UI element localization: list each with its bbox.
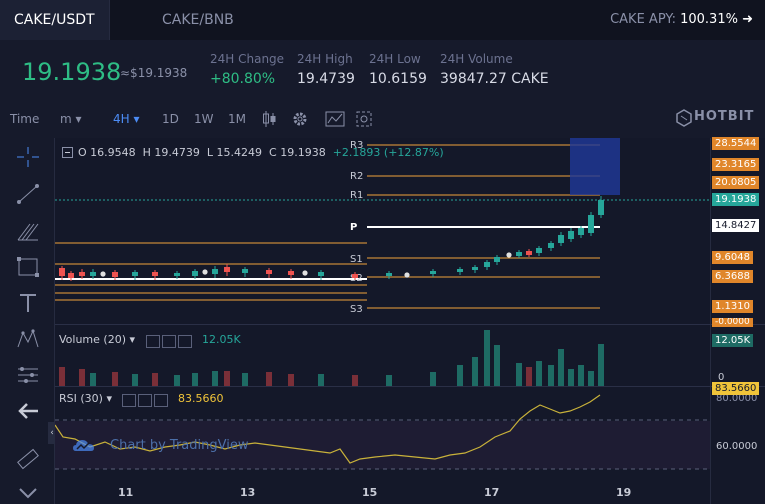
text-tool-icon[interactable] bbox=[16, 292, 40, 314]
arrow-left-icon[interactable] bbox=[16, 400, 40, 422]
low-value: 10.6159 bbox=[369, 71, 427, 87]
rsi-title: RSI (30) bbox=[59, 392, 103, 405]
minute-interval-dropdown[interactable]: m ▾ bbox=[60, 112, 82, 126]
axis-label-pivot: 14.8427 bbox=[712, 219, 760, 232]
axis-label-zero: -0.0000 bbox=[712, 318, 753, 327]
close-icon[interactable] bbox=[178, 335, 192, 348]
rsi-axis-current: 83.5660 bbox=[712, 382, 760, 395]
tab-cake-bnb[interactable]: CAKE/BNB bbox=[148, 0, 248, 40]
arrow-right-icon: ➜ bbox=[742, 12, 753, 27]
indicators-icon[interactable] bbox=[325, 110, 345, 128]
x-tick-13: 13 bbox=[240, 486, 256, 499]
volume-axis-top: 12.05K bbox=[712, 334, 754, 347]
fib-tool-icon[interactable] bbox=[16, 220, 40, 242]
pattern-tool-icon[interactable] bbox=[16, 328, 40, 350]
axis-label-r3: 28.5544 bbox=[712, 137, 760, 150]
rsi-value-label: 83.5660 bbox=[178, 392, 224, 405]
volume-value-label: 12.05K bbox=[202, 333, 241, 346]
gear-icon[interactable] bbox=[162, 335, 176, 348]
axis-label-s1: 9.6048 bbox=[712, 251, 753, 264]
x-tick-17: 17 bbox=[484, 486, 500, 499]
rsi-axis-60: 60.0000 bbox=[716, 441, 758, 452]
ruler-icon[interactable] bbox=[16, 448, 40, 470]
interval-1m[interactable]: 1M bbox=[228, 112, 246, 126]
axis-label-r1: 20.0805 bbox=[712, 176, 760, 189]
price-usd: ≈$19.1938 bbox=[120, 66, 188, 80]
ohlc-open: O 16.9548 bbox=[78, 146, 136, 159]
rectangle-tool-icon[interactable] bbox=[16, 256, 40, 278]
x-tick-19: 19 bbox=[616, 486, 632, 499]
screenshot-icon[interactable] bbox=[356, 111, 372, 127]
hotbit-brand: HOTBIT bbox=[694, 109, 755, 124]
tradingview-logo-icon bbox=[73, 440, 94, 451]
volume-legend[interactable]: Volume (20) ▾ bbox=[59, 333, 135, 346]
rsi-pane-controls[interactable] bbox=[122, 392, 172, 407]
gear-icon[interactable] bbox=[138, 394, 152, 407]
crosshair-icon[interactable] bbox=[16, 146, 40, 168]
chevron-down-icon[interactable] bbox=[16, 482, 40, 504]
hotbit-logo-icon bbox=[676, 109, 692, 127]
rsi-legend[interactable]: RSI (30) ▾ bbox=[59, 392, 112, 405]
axis-label-r2: 23.3165 bbox=[712, 158, 760, 171]
interval-1d[interactable]: 1D bbox=[162, 112, 179, 126]
gear-icon[interactable] bbox=[291, 110, 309, 128]
candle-type-icon[interactable] bbox=[262, 110, 276, 128]
caret-down-icon: ▾ bbox=[106, 392, 112, 405]
apy-link[interactable]: CAKE APY: 100.31% ➜ bbox=[610, 0, 753, 40]
volume-title: Volume (20) bbox=[59, 333, 126, 346]
caret-down-icon: ▾ bbox=[75, 112, 82, 126]
change-label: 24H Change bbox=[210, 52, 285, 66]
tab-cake-usdt[interactable]: CAKE/USDT bbox=[0, 0, 110, 40]
close-icon[interactable] bbox=[154, 394, 168, 407]
apy-value: 100.31% bbox=[680, 12, 738, 27]
ohlc-legend: O 16.9548 H 19.4739 L 15.4249 C 19.1938 … bbox=[78, 146, 444, 159]
ohlc-close: C 19.1938 bbox=[269, 146, 326, 159]
volume-value: 39847.27 CAKE bbox=[440, 71, 549, 87]
low-label: 24H Low bbox=[369, 52, 421, 66]
interval-4h-label: 4H bbox=[113, 112, 130, 126]
interval-1w[interactable]: 1W bbox=[194, 112, 214, 126]
trend-line-icon[interactable] bbox=[16, 183, 40, 205]
minute-interval-label: m bbox=[60, 112, 72, 126]
tradingview-watermark[interactable]: Chart by TradingView bbox=[110, 438, 248, 453]
caret-down-icon: ▾ bbox=[133, 112, 140, 126]
interval-4h[interactable]: 4H ▾ bbox=[113, 112, 140, 126]
caret-down-icon: ▾ bbox=[129, 333, 136, 346]
volume-pane-controls[interactable] bbox=[146, 333, 196, 348]
ohlc-low: L 15.4249 bbox=[206, 146, 263, 159]
high-value: 19.4739 bbox=[297, 71, 355, 87]
axis-label-last-price: 19.1938 bbox=[712, 193, 760, 206]
time-label: Time bbox=[10, 112, 40, 126]
collapse-legend-icon[interactable] bbox=[62, 147, 73, 158]
x-tick-11: 11 bbox=[118, 486, 134, 499]
axis-label-s2: 6.3688 bbox=[712, 270, 753, 283]
x-tick-15: 15 bbox=[362, 486, 378, 499]
eye-icon[interactable] bbox=[122, 394, 136, 407]
change-value: +80.80% bbox=[210, 71, 276, 87]
eye-icon[interactable] bbox=[146, 335, 160, 348]
ohlc-high: H 19.4739 bbox=[142, 146, 200, 159]
volume-label: 24H Volume bbox=[440, 52, 513, 66]
prediction-tool-icon[interactable] bbox=[16, 364, 40, 386]
apy-label: CAKE APY: bbox=[610, 12, 676, 27]
last-price: 19.1938 bbox=[22, 58, 122, 86]
rsi-axis-80: 80.0000 bbox=[716, 395, 758, 403]
ohlc-change: +2.1893 (+12.87%) bbox=[332, 146, 444, 159]
high-label: 24H High bbox=[297, 52, 353, 66]
axis-label-s3: 1.1310 bbox=[712, 300, 753, 313]
